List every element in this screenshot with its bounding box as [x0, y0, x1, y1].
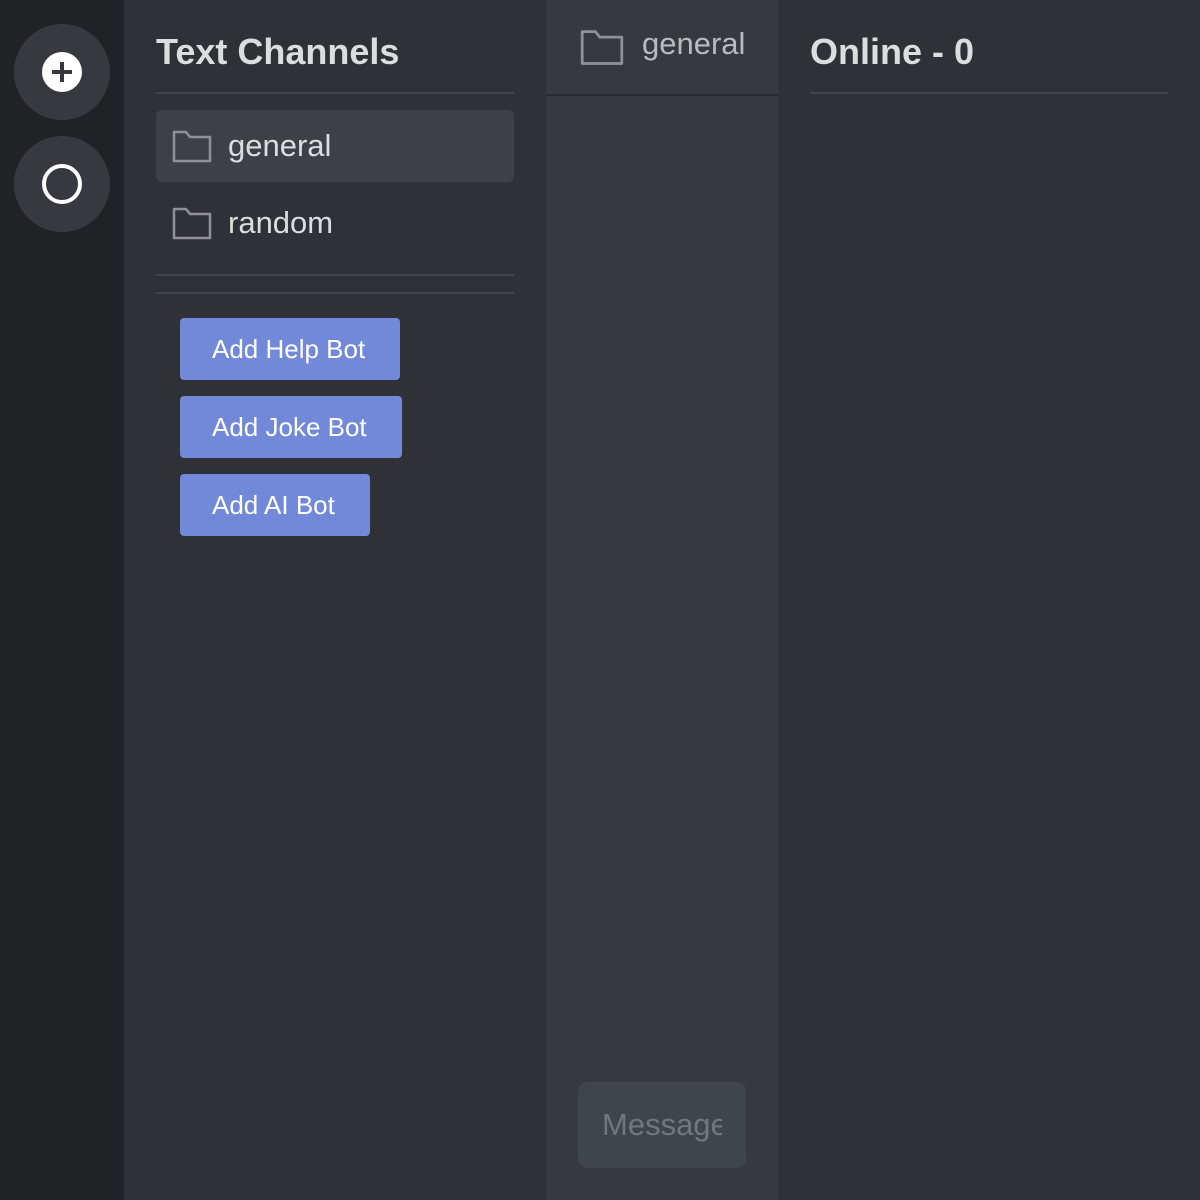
- channel-label: random: [228, 205, 334, 240]
- folder-icon: [172, 130, 212, 163]
- chat-area: general: [546, 0, 778, 1200]
- folder-icon: [580, 30, 624, 65]
- channel-label: general: [228, 128, 332, 163]
- divider: [810, 92, 1168, 94]
- folder-icon: [172, 207, 212, 240]
- channel-item-general[interactable]: general: [156, 110, 514, 182]
- members-panel: Online - 0: [778, 0, 1200, 1200]
- add-ai-bot-button[interactable]: Add AI Bot: [180, 474, 370, 536]
- message-input[interactable]: [578, 1082, 746, 1168]
- channel-sidebar: Text Channels general random Add Help Bo…: [124, 0, 546, 1200]
- divider: [156, 292, 514, 294]
- app-window: Text Channels general random Add Help Bo…: [0, 0, 1200, 1200]
- add-joke-bot-button[interactable]: Add Joke Bot: [180, 396, 402, 458]
- server-rail: [0, 0, 124, 1200]
- channel-item-random[interactable]: random: [156, 187, 514, 259]
- divider: [156, 92, 514, 94]
- add-server-button[interactable]: [14, 24, 110, 120]
- online-count-title: Online - 0: [810, 31, 975, 72]
- chat-channel-name: general: [642, 26, 746, 61]
- chat-header: general: [546, 0, 778, 96]
- sidebar-title: Text Channels: [156, 31, 400, 72]
- circle-icon: [42, 164, 82, 204]
- add-help-bot-button[interactable]: Add Help Bot: [180, 318, 400, 380]
- divider: [156, 274, 514, 276]
- plus-icon: [42, 52, 82, 92]
- home-server-button[interactable]: [14, 136, 110, 232]
